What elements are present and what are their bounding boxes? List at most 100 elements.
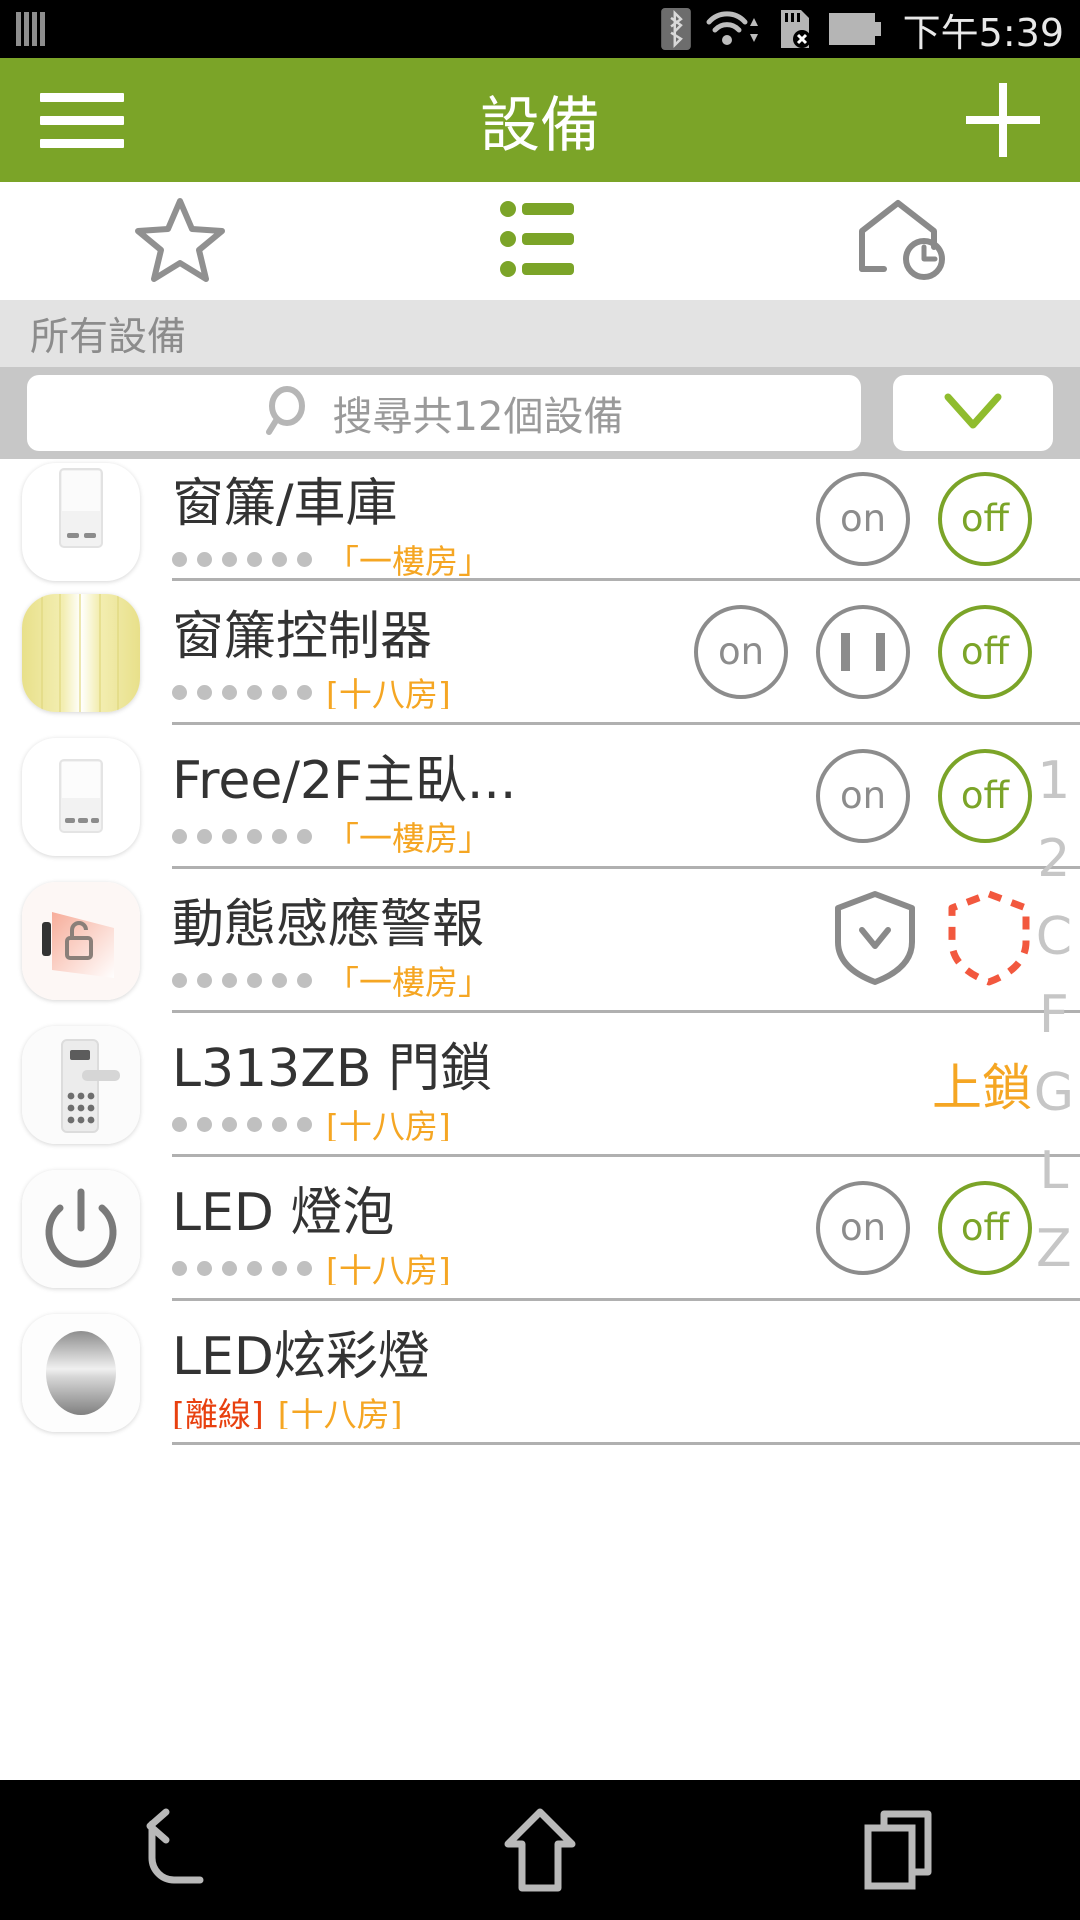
device-room: 「一樓房」 [326, 963, 491, 997]
device-controls: on off [816, 471, 1032, 566]
sdcard-error-icon [775, 8, 815, 50]
section-header-label: 所有設備 [30, 314, 187, 360]
search-input[interactable]: 搜尋共12個設備 [27, 375, 861, 451]
curtain-switch-icon [22, 463, 140, 581]
device-name: 動態感應警報 [172, 895, 485, 955]
star-icon [134, 195, 226, 287]
recents-icon[interactable] [810, 1795, 990, 1905]
back-arrow-icon[interactable] [90, 1795, 270, 1905]
index-item[interactable]: L [1039, 1145, 1068, 1197]
signal-dots-icon [172, 828, 312, 844]
device-name: L313ZB 門鎖 [172, 1039, 493, 1099]
tab-schedule[interactable] [720, 197, 1080, 285]
off-button[interactable]: off [938, 604, 1032, 699]
search-placeholder: 搜尋共12個設備 [332, 394, 624, 440]
battery-icon [828, 11, 883, 47]
device-room: [十八房] [326, 1251, 451, 1285]
signal-dots-icon [172, 1260, 312, 1276]
signal-dots-icon [172, 1116, 312, 1132]
status-bar-right: 下午5:39 [660, 2, 1064, 57]
alphabet-index-scroller[interactable]: 1 2 C F G L Z [1034, 755, 1074, 1275]
device-info: LED炫彩燈 [離線] [十八房] [172, 1301, 1080, 1445]
table-row[interactable]: LED 燈泡 [十八房] on off [0, 1157, 1080, 1301]
home-clock-icon [850, 197, 950, 285]
tab-all-devices[interactable] [360, 195, 720, 287]
on-button[interactable]: on [816, 1180, 910, 1275]
on-button[interactable]: on [694, 604, 788, 699]
wifi-icon [705, 8, 761, 50]
shield-alert-button[interactable] [946, 890, 1032, 990]
power-icon [22, 1170, 140, 1288]
device-controls: on off [694, 604, 1032, 699]
door-lock-icon [22, 1026, 140, 1144]
device-controls: on off [816, 1180, 1032, 1275]
device-name: Free/2F主臥... [172, 751, 517, 811]
table-row[interactable]: L313ZB 門鎖 [十八房] 上鎖 [0, 1013, 1080, 1157]
section-header: 所有設備 [0, 300, 1080, 367]
device-info: 窗簾控制器 [十八房] on off [172, 581, 1080, 725]
status-bar-left [16, 12, 45, 46]
device-name: LED 燈泡 [172, 1183, 395, 1243]
plus-icon[interactable] [966, 83, 1040, 157]
door-sensor-icon [22, 882, 140, 1000]
signal-dots-icon [172, 551, 312, 567]
device-room: [十八房] [326, 675, 451, 709]
filter-dropdown-button[interactable] [893, 375, 1053, 451]
page-title: 設備 [480, 90, 600, 161]
off-button[interactable]: off [938, 748, 1032, 843]
device-info: 動態感應警報 「一樓房」 [172, 869, 1080, 1013]
device-room: [十八房] [277, 1395, 403, 1429]
device-name: 窗簾控制器 [172, 607, 433, 667]
index-item[interactable]: Z [1036, 1223, 1072, 1275]
device-subtitle: [離線] [十八房] [172, 1395, 1080, 1429]
search-icon [265, 386, 311, 440]
tab-bar [0, 182, 1080, 300]
device-info: LED 燈泡 [十八房] on off [172, 1157, 1080, 1301]
home-icon[interactable] [450, 1795, 630, 1905]
index-item[interactable]: F [1039, 989, 1069, 1041]
device-room: [十八房] [326, 1107, 451, 1141]
wall-switch-icon [22, 738, 140, 856]
device-controls [832, 890, 1032, 990]
on-button[interactable]: on [816, 748, 910, 843]
status-bar-clock: 下午5:39 [902, 10, 1064, 55]
device-info: L313ZB 門鎖 [十八房] 上鎖 [172, 1013, 1080, 1157]
bluetooth-icon [660, 8, 691, 50]
system-nav-bar [0, 1780, 1080, 1920]
off-button[interactable]: off [938, 471, 1032, 566]
device-info: Free/2F主臥... 「一樓房」 on off [172, 725, 1080, 869]
signal-dots-icon [172, 972, 312, 988]
list-icon [500, 195, 580, 287]
index-item[interactable]: 2 [1037, 833, 1070, 885]
device-room: 「一樓房」 [326, 819, 491, 853]
pause-button[interactable] [816, 604, 910, 699]
index-item[interactable]: 1 [1037, 755, 1070, 807]
curtain-icon [22, 594, 140, 712]
off-button[interactable]: off [938, 1180, 1032, 1275]
device-controls: on off [816, 748, 1032, 843]
table-row[interactable]: 動態感應警報 「一樓房」 [0, 869, 1080, 1013]
shield-disarm-button[interactable] [832, 890, 918, 990]
table-row[interactable]: Free/2F主臥... 「一樓房」 on off [0, 725, 1080, 869]
table-row[interactable]: 窗簾控制器 [十八房] on off [0, 581, 1080, 725]
chevron-down-icon [942, 391, 1004, 435]
rgb-bulb-icon [22, 1314, 140, 1432]
device-room: 「一樓房」 [326, 542, 491, 576]
index-item[interactable]: G [1034, 1067, 1074, 1119]
table-row[interactable]: LED炫彩燈 [離線] [十八房] [0, 1301, 1080, 1445]
on-button[interactable]: on [816, 471, 910, 566]
table-row[interactable]: 窗簾/車庫 「一樓房」 on off [0, 459, 1080, 581]
status-bar: 下午5:39 [0, 0, 1080, 58]
tab-favorites[interactable] [0, 195, 360, 287]
lock-status-button[interactable]: 上鎖 [932, 1048, 1032, 1120]
device-info: 窗簾/車庫 「一樓房」 on off [172, 459, 1080, 581]
device-list[interactable]: 1 2 C F G L Z 窗簾/車庫 「一樓房」 on off 窗簾控制器 [… [0, 459, 1080, 1445]
app-bar: 設備 [0, 58, 1080, 182]
device-offline-badge: [離線] [172, 1395, 264, 1429]
index-item[interactable]: C [1036, 911, 1072, 963]
search-strip: 搜尋共12個設備 [0, 367, 1080, 459]
device-controls: 上鎖 [932, 1048, 1032, 1120]
signal-dots-icon [172, 684, 312, 700]
device-name: 窗簾/車庫 [172, 474, 398, 534]
hamburger-menu-icon[interactable] [40, 92, 124, 148]
